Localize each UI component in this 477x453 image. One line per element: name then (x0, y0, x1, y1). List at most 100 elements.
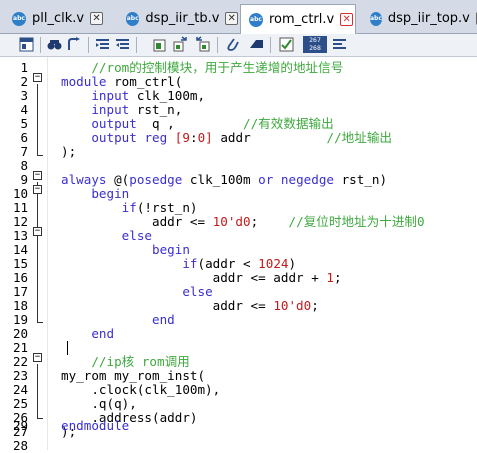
tab-rom-ctrl[interactable]: abc rom_ctrl.v ✕ (240, 4, 356, 34)
code-text: always @(posedge clk_100m or negedge rst… (61, 172, 388, 187)
line-number: 11 (12, 200, 28, 215)
code-text: begin (91, 186, 130, 201)
line-number-badge-top: 267 (309, 36, 321, 44)
line-number: 6 (20, 130, 28, 145)
tab-label: pll_clk.v (32, 11, 85, 26)
line-number: 29 (12, 418, 28, 433)
line-number: 14 (12, 242, 28, 257)
close-icon[interactable]: ✕ (225, 12, 238, 25)
code-text: end (91, 326, 115, 341)
code-editor[interactable]: − − − − − 1 //rom的控制模块，用于产生递增的地址信号 2 mod… (0, 57, 477, 453)
editor-toolbar: 267 268 (0, 34, 477, 57)
code-line: 13 else (0, 229, 477, 243)
code-line: 1 //rom的控制模块，用于产生递增的地址信号 (0, 61, 477, 75)
code-line: 20 end (0, 327, 477, 341)
verilog-file-icon: abc (126, 11, 140, 26)
code-text: else (121, 228, 153, 243)
code-line: 3 input clk_100m, (0, 89, 477, 103)
toolbar-divider (136, 37, 137, 53)
line-numbers-icon[interactable]: 267 268 (303, 36, 327, 53)
text-cursor (67, 341, 68, 355)
line-number: 23 (12, 368, 28, 383)
code-text: addr <= 10'd0; //复位时地址为十进制0 (61, 214, 425, 229)
line-number: 15 (12, 256, 28, 271)
line-number: 19 (12, 312, 28, 327)
outdent-icon[interactable] (114, 36, 131, 53)
code-line: 5 output q , //有效数据输出 (0, 117, 477, 131)
tab-dsp-iir-top[interactable]: abc dsp_iir_top.v ✕ (362, 5, 477, 32)
code-line: 29 endmodule (0, 419, 477, 433)
code-text: endmodule (61, 418, 130, 433)
toolbar-divider (40, 37, 41, 53)
code-line: 28 (0, 439, 477, 453)
code-line: 10 begin (0, 187, 477, 201)
bookmark-icon[interactable] (151, 36, 168, 53)
code-text: //ip核 rom调用 (61, 354, 190, 369)
close-icon[interactable]: ✕ (90, 12, 104, 25)
verify-icon[interactable] (278, 36, 295, 53)
code-line: 12 addr <= 10'd0; //复位时地址为十进制0 (0, 215, 477, 229)
code-text: ); (61, 144, 77, 159)
format-icon[interactable] (331, 36, 348, 53)
line-number-badge-bottom: 268 (309, 44, 321, 52)
code-line: 15 if(addr < 1024) (0, 257, 477, 271)
code-text: output q , //有效数据输出 (91, 116, 334, 131)
line-number: 2 (20, 74, 28, 89)
code-text: input rst_n, (91, 102, 183, 117)
goto-icon[interactable] (66, 36, 83, 53)
line-number: 22 (12, 354, 28, 369)
next-bookmark-icon[interactable] (172, 36, 189, 53)
code-line: 14 begin (0, 243, 477, 257)
attach-icon[interactable] (224, 36, 241, 53)
line-number: 7 (20, 144, 28, 159)
toolbar-divider (88, 37, 89, 53)
close-icon[interactable]: ✕ (340, 13, 354, 26)
code-text: input clk_100m, (91, 88, 206, 103)
code-line: 11 if(!rst_n) (0, 201, 477, 215)
line-number: 20 (12, 326, 28, 341)
code-line: 9 always @(posedge clk_100m or negedge r… (0, 173, 477, 187)
tab-label: rom_ctrl.v (269, 12, 335, 27)
tab-bar: abc pll_clk.v ✕ abc dsp_iir_tb.v ✕ abc r… (0, 0, 477, 34)
print-preview-icon[interactable] (18, 36, 35, 53)
line-number: 8 (20, 158, 28, 173)
line-number: 21 (12, 340, 28, 355)
line-number: 9 (20, 172, 28, 187)
code-line: 22 //ip核 rom调用 (0, 355, 477, 369)
tab-label: dsp_iir_tb.v (145, 11, 220, 26)
code-text: output reg [9:0] addr //地址输出 (91, 130, 393, 145)
tab-pll-clk[interactable]: abc pll_clk.v ✕ (4, 5, 104, 32)
code-text: .clock(clk_100m), (61, 382, 221, 397)
code-text: my_rom my_rom_inst( (61, 368, 206, 383)
line-number: 10 (12, 186, 28, 201)
line-number: 25 (12, 396, 28, 411)
comment-icon[interactable] (248, 36, 265, 53)
line-number: 28 (12, 438, 28, 453)
code-line: 25 .q(q), (0, 397, 477, 411)
code-text: begin (152, 242, 190, 257)
code-text: addr <= 10'd0; (61, 298, 319, 313)
line-number: 1 (20, 60, 28, 75)
prev-bookmark-icon[interactable] (194, 36, 211, 53)
code-text: .q(q), (61, 396, 137, 411)
verilog-file-icon: abc (12, 11, 26, 26)
code-line: 7 ); (0, 145, 477, 159)
tab-label: dsp_iir_top.v (387, 11, 470, 26)
line-number: 17 (12, 284, 28, 299)
code-line: 4 input rst_n, (0, 103, 477, 117)
indent-icon[interactable] (94, 36, 111, 53)
code-line: 16 addr <= addr + 1; (0, 271, 477, 285)
code-text: if(!rst_n) (121, 200, 198, 215)
code-line: 6 output reg [9:0] addr //地址输出 (0, 131, 477, 145)
line-number: 13 (12, 228, 28, 243)
code-line: 19 end (0, 313, 477, 327)
line-number: 4 (20, 102, 28, 117)
find-icon[interactable] (46, 36, 63, 53)
line-number: 5 (20, 116, 28, 131)
code-line: 17 else (0, 285, 477, 299)
code-text: if(addr < 1024) (182, 256, 297, 271)
line-number: 12 (12, 214, 28, 229)
code-line: 23 my_rom my_rom_inst( (0, 369, 477, 383)
verilog-file-icon: abc (370, 11, 382, 26)
tab-dsp-iir-tb[interactable]: abc dsp_iir_tb.v ✕ (118, 5, 238, 32)
